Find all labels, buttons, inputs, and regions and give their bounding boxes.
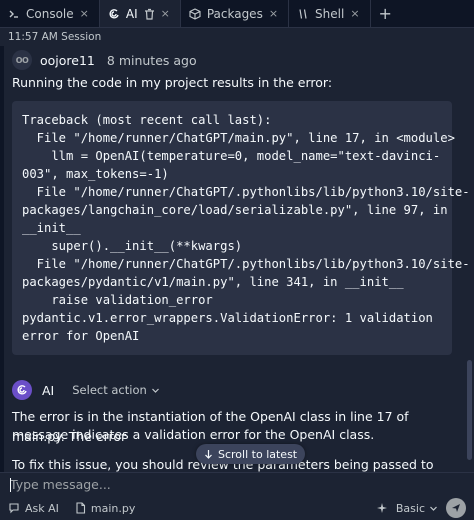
code-line: packages/langchain_core/load/serializabl… <box>22 203 448 217</box>
ai-name: AI <box>42 382 55 398</box>
tab-ai[interactable]: AI × <box>99 0 181 27</box>
ai-spiral-icon <box>108 8 120 20</box>
send-button[interactable] <box>446 498 466 518</box>
avatar[interactable]: OO <box>12 50 32 70</box>
code-line: File "/home/runner/ChatGPT/main.py", lin… <box>22 131 455 145</box>
session-label: 11:57 AM Session <box>8 31 102 43</box>
username[interactable]: oojore11 <box>40 53 95 68</box>
code-line: llm = OpenAI(temperature=0, model_name="… <box>22 149 441 163</box>
close-icon[interactable]: × <box>350 7 359 20</box>
code-line: Traceback (most recent call last): <box>22 113 272 127</box>
code-line: raise validation_error <box>22 293 213 307</box>
code-line: packages/pydantic/v1/main.py", line 341,… <box>22 275 404 289</box>
ask-ai-label: Ask AI <box>25 501 59 515</box>
left-rail <box>0 46 4 472</box>
package-icon <box>189 7 201 20</box>
file-icon <box>75 502 86 514</box>
ai-message-line: message indicates a validation error for… <box>12 427 375 442</box>
scroll-to-latest-button[interactable]: Scroll to latest <box>196 444 306 464</box>
send-icon <box>451 503 461 513</box>
file-context-button[interactable]: main.py <box>75 502 135 515</box>
close-icon[interactable]: × <box>161 7 170 20</box>
mode-dropdown[interactable]: Basic <box>396 502 438 515</box>
ask-ai-button[interactable]: Ask AI <box>8 502 59 515</box>
ask-ai-icon <box>8 502 20 514</box>
trash-icon[interactable] <box>144 8 155 20</box>
text-caret <box>10 478 11 492</box>
add-tab-button[interactable]: + <box>371 0 400 27</box>
select-action-label: Select action <box>72 383 147 397</box>
message-input[interactable] <box>10 477 450 492</box>
tab-label: AI <box>125 6 138 21</box>
close-icon[interactable]: × <box>269 7 278 20</box>
chevron-down-icon <box>151 386 160 395</box>
shell-icon <box>297 8 309 20</box>
tab-label: Shell <box>315 6 345 21</box>
mode-label: Basic <box>395 501 425 515</box>
chevron-down-icon <box>429 504 438 513</box>
arrow-down-icon <box>204 449 213 459</box>
tab-packages[interactable]: Packages × <box>181 0 290 27</box>
ai-avatar-icon <box>12 380 32 400</box>
tab-bar: Console × AI × Packages × Shell × + <box>0 0 474 28</box>
sparkle-icon <box>376 502 388 514</box>
chat-footer: Ask AI main.py Basic <box>0 496 474 520</box>
tab-console[interactable]: Console × <box>0 0 100 27</box>
scrollbar[interactable] <box>467 360 472 460</box>
tab-shell[interactable]: Shell × <box>289 0 371 27</box>
code-line: pydantic.v1.error_wrappers.ValidationErr… <box>22 311 433 325</box>
console-icon <box>8 8 20 20</box>
code-line: 003", max_tokens=-1) <box>22 167 169 181</box>
user-message-text: Running the code in my project results i… <box>12 75 333 90</box>
code-line: __init__ <box>22 221 81 235</box>
code-line: error for OpenAI <box>22 329 140 343</box>
message-input-area <box>0 472 474 496</box>
code-line: super().__init__(**kwargs) <box>22 239 243 253</box>
ai-message-header: AI Select action <box>12 380 160 400</box>
code-line: File "/home/runner/ChatGPT/.pythonlibs/l… <box>22 185 470 199</box>
file-label: main.py <box>90 501 136 515</box>
scroll-to-latest-label: Scroll to latest <box>218 447 298 461</box>
user-message-header: OO oojore11 8 minutes ago <box>12 50 197 70</box>
select-action-dropdown[interactable]: Select action <box>72 383 160 397</box>
code-block: Traceback (most recent call last): File … <box>12 101 470 355</box>
code-line: File "/home/runner/ChatGPT/.pythonlibs/l… <box>22 257 470 271</box>
close-icon[interactable]: × <box>80 7 89 20</box>
message-time: 8 minutes ago <box>106 52 197 68</box>
tab-label: Packages <box>206 6 263 21</box>
tab-label: Console <box>26 6 74 21</box>
